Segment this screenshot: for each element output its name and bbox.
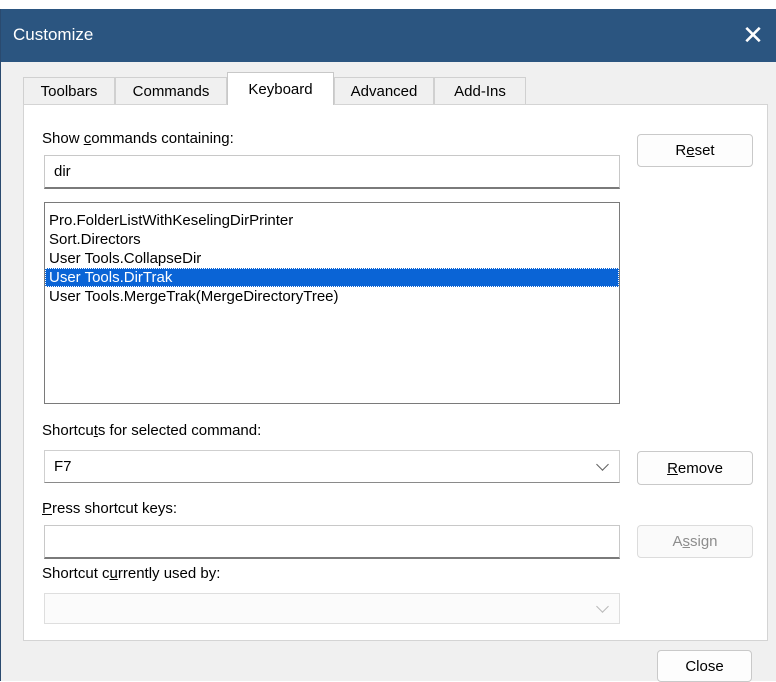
tab-keyboard[interactable]: Keyboard [227,72,334,105]
list-item[interactable]: User Tools.CollapseDir [45,249,619,268]
press-shortcut-input[interactable] [44,525,620,559]
shortcuts-value: F7 [54,458,72,475]
press-shortcut-label: Press shortcut keys: [42,500,178,517]
chevron-down-icon [596,457,609,471]
used-by-label: Shortcut currently used by: [42,565,221,582]
commands-list[interactable]: Pro.FolderListWithKeselingDirPrinter Sor… [44,202,620,404]
tab-commands[interactable]: Commands [115,77,227,104]
show-commands-label: Show commands containing: [42,130,234,147]
window-title: Customize [13,25,94,44]
reset-button[interactable]: Re set [637,134,753,167]
command-search-value: dir [54,163,71,180]
keyboard-panel: Show commands containing: dir Re set Pro.… [23,104,768,641]
title-bar: Customize ✕ [1,9,776,62]
close-icon[interactable]: ✕ [733,15,773,55]
remove-button[interactable]: Remove [637,451,753,485]
customize-dialog: Customize ✕ Toolbars Commands Keyboard A… [0,9,776,682]
shortcuts-label: Shortcuts for selected command: [42,422,262,439]
used-by-dropdown [44,593,620,624]
chevron-down-icon [596,599,609,613]
close-button[interactable]: Close [657,650,752,682]
list-item[interactable]: Sort.Directors [45,230,619,249]
tab-toolbars[interactable]: Toolbars [23,77,115,104]
list-item-selected[interactable]: User Tools.DirTrak [45,268,619,287]
shortcuts-dropdown[interactable]: F7 [44,450,620,483]
assign-button[interactable]: As sign [637,525,753,558]
tab-strip: Toolbars Commands Keyboard Advanced Add-… [23,72,563,105]
tab-add-ins[interactable]: Add-Ins [434,77,526,104]
list-item[interactable]: User Tools.MergeTrak(MergeDirectoryTree) [45,287,619,306]
command-search-input[interactable]: dir [44,155,620,189]
background-window-strip [0,0,776,9]
tab-advanced[interactable]: Advanced [334,77,434,104]
list-item[interactable]: Pro.FolderListWithKeselingDirPrinter [45,211,619,230]
